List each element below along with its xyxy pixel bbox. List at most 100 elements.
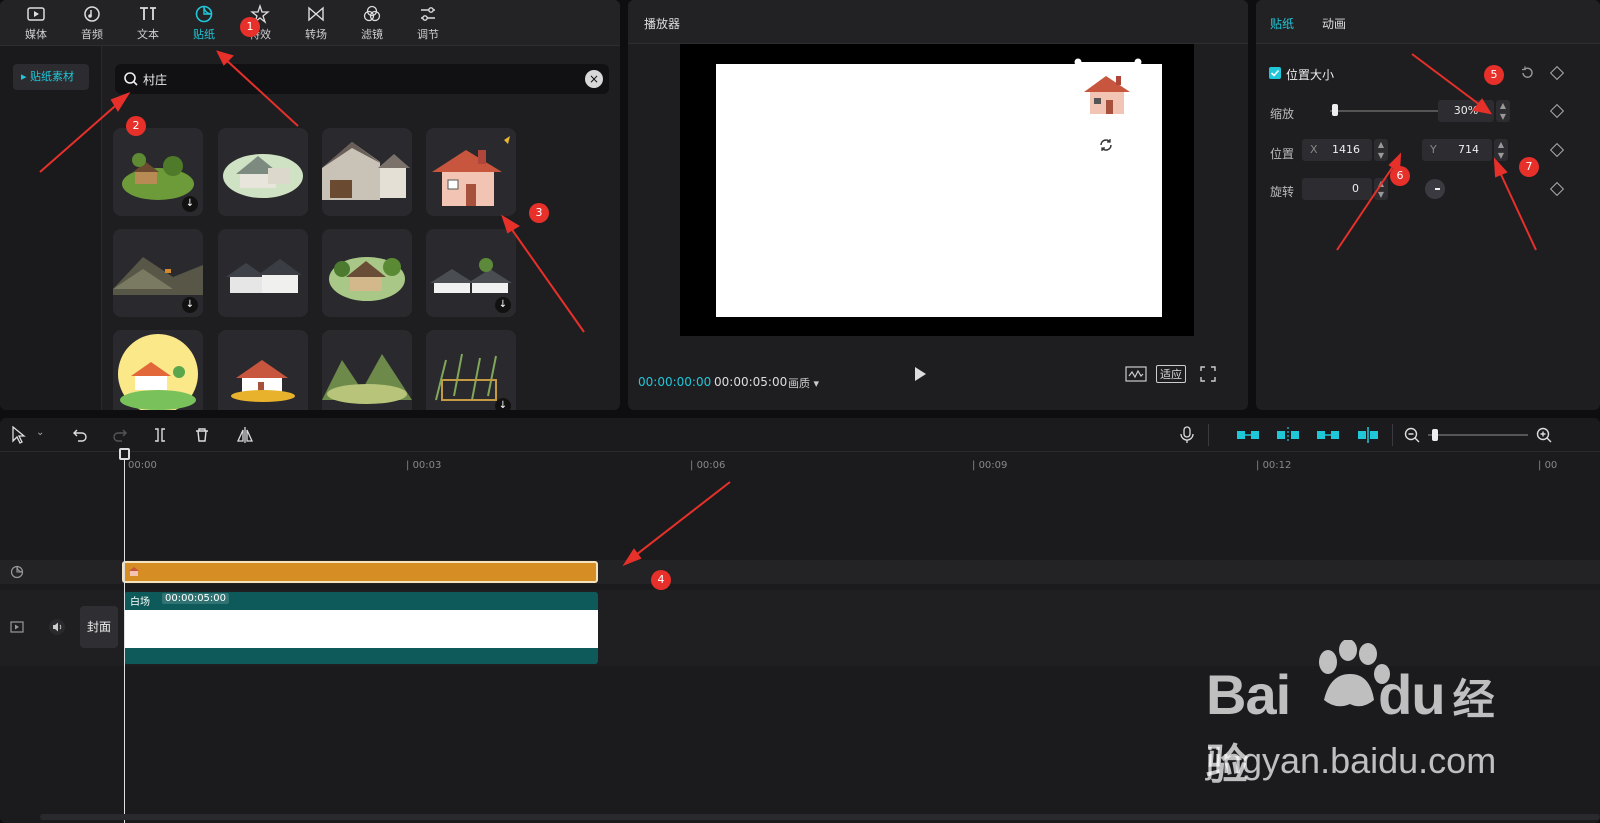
quality-dropdown[interactable]: 画质 ▾ xyxy=(788,375,819,391)
keyframe-diamond-icon[interactable] xyxy=(1549,103,1565,119)
position-x-field[interactable]: X 1416 xyxy=(1302,139,1372,161)
download-icon[interactable]: ↓ xyxy=(495,297,511,313)
village-sticker-image xyxy=(226,259,302,293)
sticker-clip[interactable] xyxy=(122,561,598,583)
keyframe-diamond-icon[interactable] xyxy=(1549,142,1565,158)
auto-snap-icon[interactable] xyxy=(1276,426,1300,444)
x-stepper[interactable]: ▲ ▼ xyxy=(1374,139,1388,161)
timeline-toolbar: ⌄ xyxy=(0,418,1600,452)
y-stepper[interactable]: ▲ ▼ xyxy=(1494,139,1508,161)
keyframe-diamond-icon[interactable] xyxy=(1549,65,1565,81)
watermark-url: jingyan.baidu.com xyxy=(1206,740,1497,781)
microphone-icon[interactable] xyxy=(1180,426,1194,444)
properties-panel: 贴纸 动画 位置大小 缩放 30% ▲ ▼ 位置 X 1416 ▲ ▼ Y 714 … xyxy=(1256,0,1600,410)
scale-slider-track[interactable] xyxy=(1330,110,1446,112)
preview-axis-icon[interactable] xyxy=(1356,426,1380,444)
linkage-icon[interactable] xyxy=(1316,426,1340,444)
reset-icon[interactable] xyxy=(1520,66,1534,80)
cover-button[interactable]: 封面 xyxy=(80,606,118,648)
sticker-item[interactable]: ↓ xyxy=(113,128,203,216)
sticker-item[interactable] xyxy=(218,229,308,317)
media-icon xyxy=(27,7,45,21)
sticker-item[interactable] xyxy=(113,330,203,410)
sticker-item[interactable] xyxy=(322,330,412,410)
sticker-item[interactable] xyxy=(426,128,516,216)
current-timecode: 00:00:00:00 xyxy=(638,375,712,389)
zoom-slider-track[interactable] xyxy=(1428,434,1528,436)
download-icon[interactable]: ↓ xyxy=(182,297,198,313)
playhead-line xyxy=(124,454,125,823)
download-icon[interactable]: ↓ xyxy=(495,398,511,410)
village-sticker-image xyxy=(231,360,295,402)
clip-frames xyxy=(124,610,598,648)
sticker-sidebar: ▸ 贴纸素材 xyxy=(0,46,102,410)
tab-text[interactable]: 文本 xyxy=(124,4,172,44)
tab-sticker-props[interactable]: 贴纸 xyxy=(1270,15,1294,32)
select-cursor-icon[interactable] xyxy=(12,426,26,444)
tab-audio[interactable]: 音频 xyxy=(68,4,116,44)
split-icon[interactable] xyxy=(152,427,168,443)
annotation-badge: 4 xyxy=(651,570,671,590)
video-clip[interactable]: 白场 00:00:05:00 xyxy=(124,592,598,664)
rotate-handle-icon[interactable] xyxy=(1099,138,1113,152)
adjust-icon xyxy=(421,7,435,21)
zoom-out-icon[interactable] xyxy=(1404,427,1420,443)
sticker-item[interactable]: ↓ xyxy=(113,229,203,317)
checkbox-checked-icon[interactable] xyxy=(1269,67,1281,79)
fullscreen-icon[interactable] xyxy=(1200,366,1216,382)
rotate-stepper[interactable]: ▲ ▼ xyxy=(1374,178,1388,200)
sticker-item[interactable] xyxy=(322,229,412,317)
tab-filter[interactable]: 滤镜 xyxy=(348,4,396,44)
mute-audio-icon[interactable] xyxy=(48,619,66,635)
house-sticker-thumb-icon xyxy=(129,567,139,576)
tab-sticker[interactable]: 贴纸 xyxy=(180,4,228,44)
redo-icon[interactable] xyxy=(112,427,128,443)
download-icon[interactable]: ↓ xyxy=(182,196,198,212)
tab-animation[interactable]: 动画 xyxy=(1322,15,1346,32)
scale-stepper[interactable]: ▲ ▼ xyxy=(1496,100,1510,122)
village-sticker-image xyxy=(223,154,303,198)
waveform-icon[interactable] xyxy=(1125,366,1147,382)
sticker-item[interactable] xyxy=(322,128,412,216)
delete-icon[interactable] xyxy=(194,427,210,443)
main-track-magnet-icon[interactable] xyxy=(1236,426,1260,444)
scale-field[interactable]: 30% xyxy=(1438,100,1494,122)
tab-transition[interactable]: 转场 xyxy=(292,4,340,44)
selected-sticker[interactable] xyxy=(1074,58,1146,128)
sticker-item[interactable]: ↓ xyxy=(426,330,516,410)
search-bar[interactable]: 村庄 × xyxy=(115,64,609,94)
scale-slider-knob[interactable] xyxy=(1332,104,1339,116)
tab-adjust[interactable]: 调节 xyxy=(404,4,452,44)
rotate-field[interactable]: 0 xyxy=(1302,178,1372,200)
annotation-badge: 7 xyxy=(1519,157,1539,177)
keyframe-diamond-icon[interactable] xyxy=(1549,181,1565,197)
section-title: 位置大小 xyxy=(1286,68,1335,82)
village-sticker-image xyxy=(322,142,410,200)
tab-media-label: 媒体 xyxy=(25,28,47,41)
zoom-slider-knob[interactable] xyxy=(1432,429,1438,441)
mirror-icon[interactable] xyxy=(236,426,254,444)
sticker-item[interactable]: ↓ xyxy=(426,229,516,317)
clear-search-icon[interactable]: × xyxy=(585,70,603,88)
sidebar-item-sticker-library[interactable]: ▸ 贴纸素材 xyxy=(13,64,89,90)
position-y-field[interactable]: Y 714 xyxy=(1422,139,1492,161)
rotation-dial-icon[interactable] xyxy=(1424,178,1446,200)
play-icon[interactable] xyxy=(913,366,927,382)
tab-media[interactable]: 媒体 xyxy=(12,4,60,44)
fit-button[interactable]: 适应 xyxy=(1156,365,1186,383)
undo-icon[interactable] xyxy=(72,427,88,443)
cursor-dropdown-chevron-icon[interactable]: ⌄ xyxy=(36,427,44,438)
sticker-item[interactable] xyxy=(218,128,308,216)
x-value: 1416 xyxy=(1332,143,1360,156)
clip-name: 白场 xyxy=(130,597,150,608)
playhead-handle[interactable] xyxy=(119,448,130,460)
zoom-in-icon[interactable] xyxy=(1536,427,1552,443)
time-ruler[interactable]: 00:00 | 00:03 | 00:06 | 00:09 | 00:12 | … xyxy=(0,452,1600,478)
baidu-watermark: Bai du 经验 jingyan.baidu.com xyxy=(1200,640,1500,820)
sticker-item[interactable] xyxy=(218,330,308,410)
tab-transition-label: 转场 xyxy=(305,28,327,41)
category-toolbar: 媒体 音频 文本 贴纸 特效 转场 滤镜 调节 xyxy=(0,0,620,46)
ruler-label: | 00:03 xyxy=(406,460,442,471)
search-input[interactable]: 村庄 xyxy=(143,71,167,88)
tab-sticker-label: 贴纸 xyxy=(193,28,215,41)
